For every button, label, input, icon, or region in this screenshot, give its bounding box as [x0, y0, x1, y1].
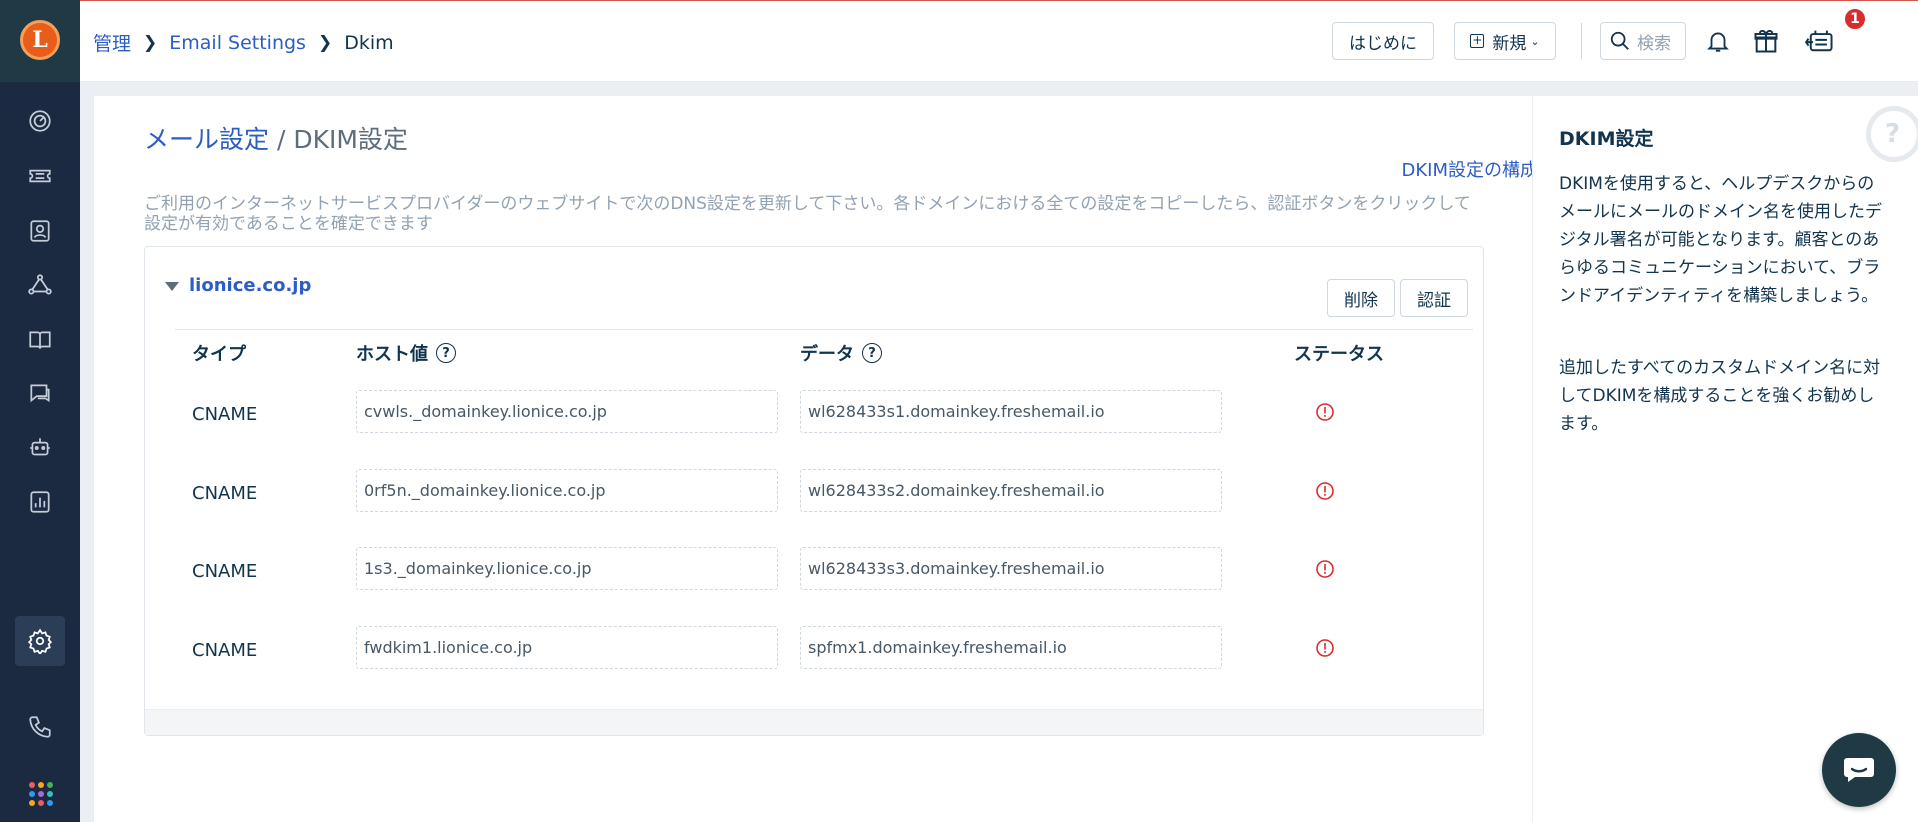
page-title: メール設定 / DKIM設定 — [144, 120, 408, 156]
domain-name[interactable]: lionice.co.jp — [189, 275, 311, 296]
column-header-data: データ? — [800, 340, 882, 366]
reports-icon[interactable] — [15, 477, 65, 527]
forums-icon[interactable] — [15, 369, 65, 419]
breadcrumb-current: Dkim — [344, 31, 394, 54]
error-status-icon — [1316, 482, 1334, 500]
side-panel-title: DKIM設定 — [1559, 128, 1654, 150]
new-button-label: 新規 — [1492, 33, 1527, 54]
data-value-field[interactable]: wl628433s2.domainkey.freshemail.io — [800, 469, 1222, 512]
breadcrumb-email-settings[interactable]: Email Settings — [169, 32, 306, 54]
sidebar: L — [0, 0, 80, 822]
data-value-field[interactable]: spfmx1.domainkey.freshemail.io — [800, 626, 1222, 669]
search-icon — [1610, 31, 1629, 50]
record-type: CNAME — [192, 404, 258, 425]
caret-down-icon[interactable] — [165, 282, 179, 291]
domain-card: lionice.co.jp 削除 認証 タイプ ホスト値? データ? ステータス… — [144, 246, 1484, 736]
notification-badge: 1 — [1843, 7, 1867, 31]
verify-button[interactable]: 認証 — [1400, 279, 1468, 317]
host-value-field[interactable]: fwdkim1.lionice.co.jp — [356, 626, 778, 669]
record-type: CNAME — [192, 640, 258, 661]
help-question-icon[interactable]: ? — [436, 343, 456, 363]
chevron-down-icon: ⌄ — [1530, 34, 1540, 48]
chevron-right-icon: ❯ — [317, 32, 333, 53]
side-panel-paragraph: 追加したすべてのカスタムドメイン名に対してDKIMを構成することを強くお勧めしま… — [1559, 358, 1881, 434]
data-value-field[interactable]: wl628433s1.domainkey.freshemail.io — [800, 390, 1222, 433]
whatsnew-icon[interactable] — [1804, 25, 1836, 57]
dashboard-icon[interactable] — [15, 96, 65, 146]
chat-launcher-button[interactable] — [1822, 733, 1896, 807]
chat-bubble-icon — [1844, 758, 1874, 782]
help-widget-icon[interactable]: ? — [1866, 106, 1918, 162]
admin-settings-icon[interactable] — [15, 616, 65, 666]
contacts-icon[interactable] — [15, 206, 65, 256]
column-header-type: タイプ — [192, 340, 246, 366]
social-icon[interactable] — [15, 260, 65, 310]
phone-icon[interactable] — [15, 702, 65, 752]
title-current: DKIM設定 — [293, 125, 408, 154]
host-value-field[interactable]: 1s3._domainkey.lionice.co.jp — [356, 547, 778, 590]
column-host-label: ホスト値 — [356, 344, 428, 365]
search-placeholder: 検索 — [1637, 33, 1671, 54]
column-header-host: ホスト値? — [356, 340, 456, 366]
column-status-label: ステータス — [1294, 344, 1384, 365]
apps-grid-icon[interactable] — [29, 782, 53, 806]
new-button[interactable]: + 新規 ⌄ — [1454, 22, 1556, 60]
column-header-status: ステータス — [1294, 340, 1384, 366]
getting-started-button[interactable]: はじめに — [1332, 22, 1434, 60]
top-header: 管理 ❯ Email Settings ❯ Dkim はじめに + 新規 ⌄ 検… — [80, 0, 1918, 82]
data-value-field[interactable]: wl628433s3.domainkey.freshemail.io — [800, 547, 1222, 590]
breadcrumb-admin[interactable]: 管理 — [93, 29, 131, 56]
card-footer — [145, 709, 1483, 735]
instructions-text: ご利用のインターネットサービスプロバイダーのウェブサイトで次のDNS設定を更新し… — [144, 194, 1471, 234]
record-type: CNAME — [192, 561, 258, 582]
column-data-label: データ — [800, 344, 854, 365]
header-divider — [1581, 23, 1582, 59]
title-email-settings-link[interactable]: メール設定 — [144, 125, 269, 154]
breadcrumb: 管理 ❯ Email Settings ❯ Dkim — [93, 29, 394, 56]
error-status-icon — [1316, 403, 1334, 421]
record-type: CNAME — [192, 483, 258, 504]
gift-icon[interactable] — [1750, 25, 1782, 57]
bell-icon[interactable] — [1702, 25, 1734, 57]
logo-area: L — [0, 0, 80, 82]
search-box[interactable]: 検索 — [1600, 22, 1686, 60]
title-separator: / — [269, 125, 294, 154]
column-type-label: タイプ — [192, 344, 246, 365]
error-status-icon — [1316, 560, 1334, 578]
host-value-field[interactable]: cvwls._domainkey.lionice.co.jp — [356, 390, 778, 433]
bot-icon[interactable] — [15, 423, 65, 473]
help-side-panel: DKIM設定 DKIMを使用すると、ヘルプデスクからのメールにメールのドメイン名… — [1532, 96, 1918, 822]
main-panel: メール設定 / DKIM設定 DKIM設定の構成方法 ご利用のインターネットサー… — [94, 96, 1574, 822]
delete-button[interactable]: 削除 — [1327, 279, 1395, 317]
knowledge-base-icon[interactable] — [15, 315, 65, 365]
chevron-right-icon: ❯ — [143, 32, 158, 53]
side-panel-paragraph: DKIMを使用すると、ヘルプデスクからのメールにメールのドメイン名を使用したデジ… — [1559, 174, 1882, 306]
help-question-icon[interactable]: ? — [862, 343, 882, 363]
plus-square-icon: + — [1470, 33, 1485, 48]
host-value-field[interactable]: 0rf5n._domainkey.lionice.co.jp — [356, 469, 778, 512]
table-header-divider — [175, 329, 1473, 330]
ticket-icon[interactable] — [15, 151, 65, 201]
brand-logo[interactable]: L — [20, 20, 60, 60]
error-status-icon — [1316, 639, 1334, 657]
